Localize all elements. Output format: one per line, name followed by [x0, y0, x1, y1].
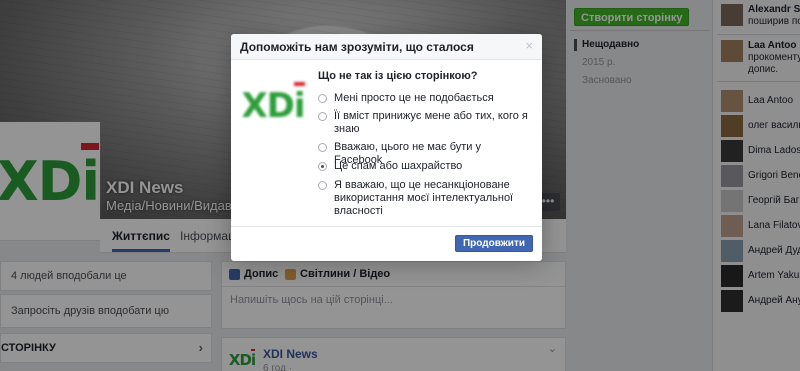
- option-label: Мені просто це не подобається: [334, 92, 494, 104]
- dialog-title: Допоможіть нам зрозуміти, що сталося: [240, 40, 474, 54]
- divider: [231, 226, 542, 227]
- option-label: Це спам або шахрайство: [334, 160, 463, 172]
- radio-button[interactable]: [318, 112, 327, 121]
- dialog-question: Що не так із цією сторінкою?: [318, 70, 478, 82]
- option-label: Я вважаю, що це несанкціоноване використ…: [334, 179, 514, 217]
- continue-button[interactable]: Продовжити: [454, 235, 533, 252]
- close-icon[interactable]: ×: [525, 38, 533, 53]
- option-offensive[interactable]: Її вміст принижує мене або тих, кого я з…: [318, 110, 528, 136]
- radio-button[interactable]: [318, 143, 327, 152]
- option-dislike[interactable]: Мені просто це не подобається: [318, 92, 528, 105]
- logo-letter-i: i: [293, 82, 306, 126]
- radio-button[interactable]: [318, 94, 327, 103]
- radio-button[interactable]: [318, 181, 327, 190]
- xdi-logo: XDi: [241, 82, 306, 126]
- radio-button-selected[interactable]: [318, 162, 327, 171]
- dialog-header: Допоможіть нам зрозуміти, що сталося ×: [231, 34, 542, 60]
- option-label: Її вміст принижує мене або тих, кого я з…: [334, 110, 528, 135]
- page-logo: XDi: [238, 82, 308, 128]
- option-ip-violation[interactable]: Я вважаю, що це несанкціоноване використ…: [318, 179, 528, 218]
- option-spam[interactable]: Це спам або шахрайство: [318, 160, 528, 173]
- report-dialog: Допоможіть нам зрозуміти, що сталося × X…: [231, 34, 542, 261]
